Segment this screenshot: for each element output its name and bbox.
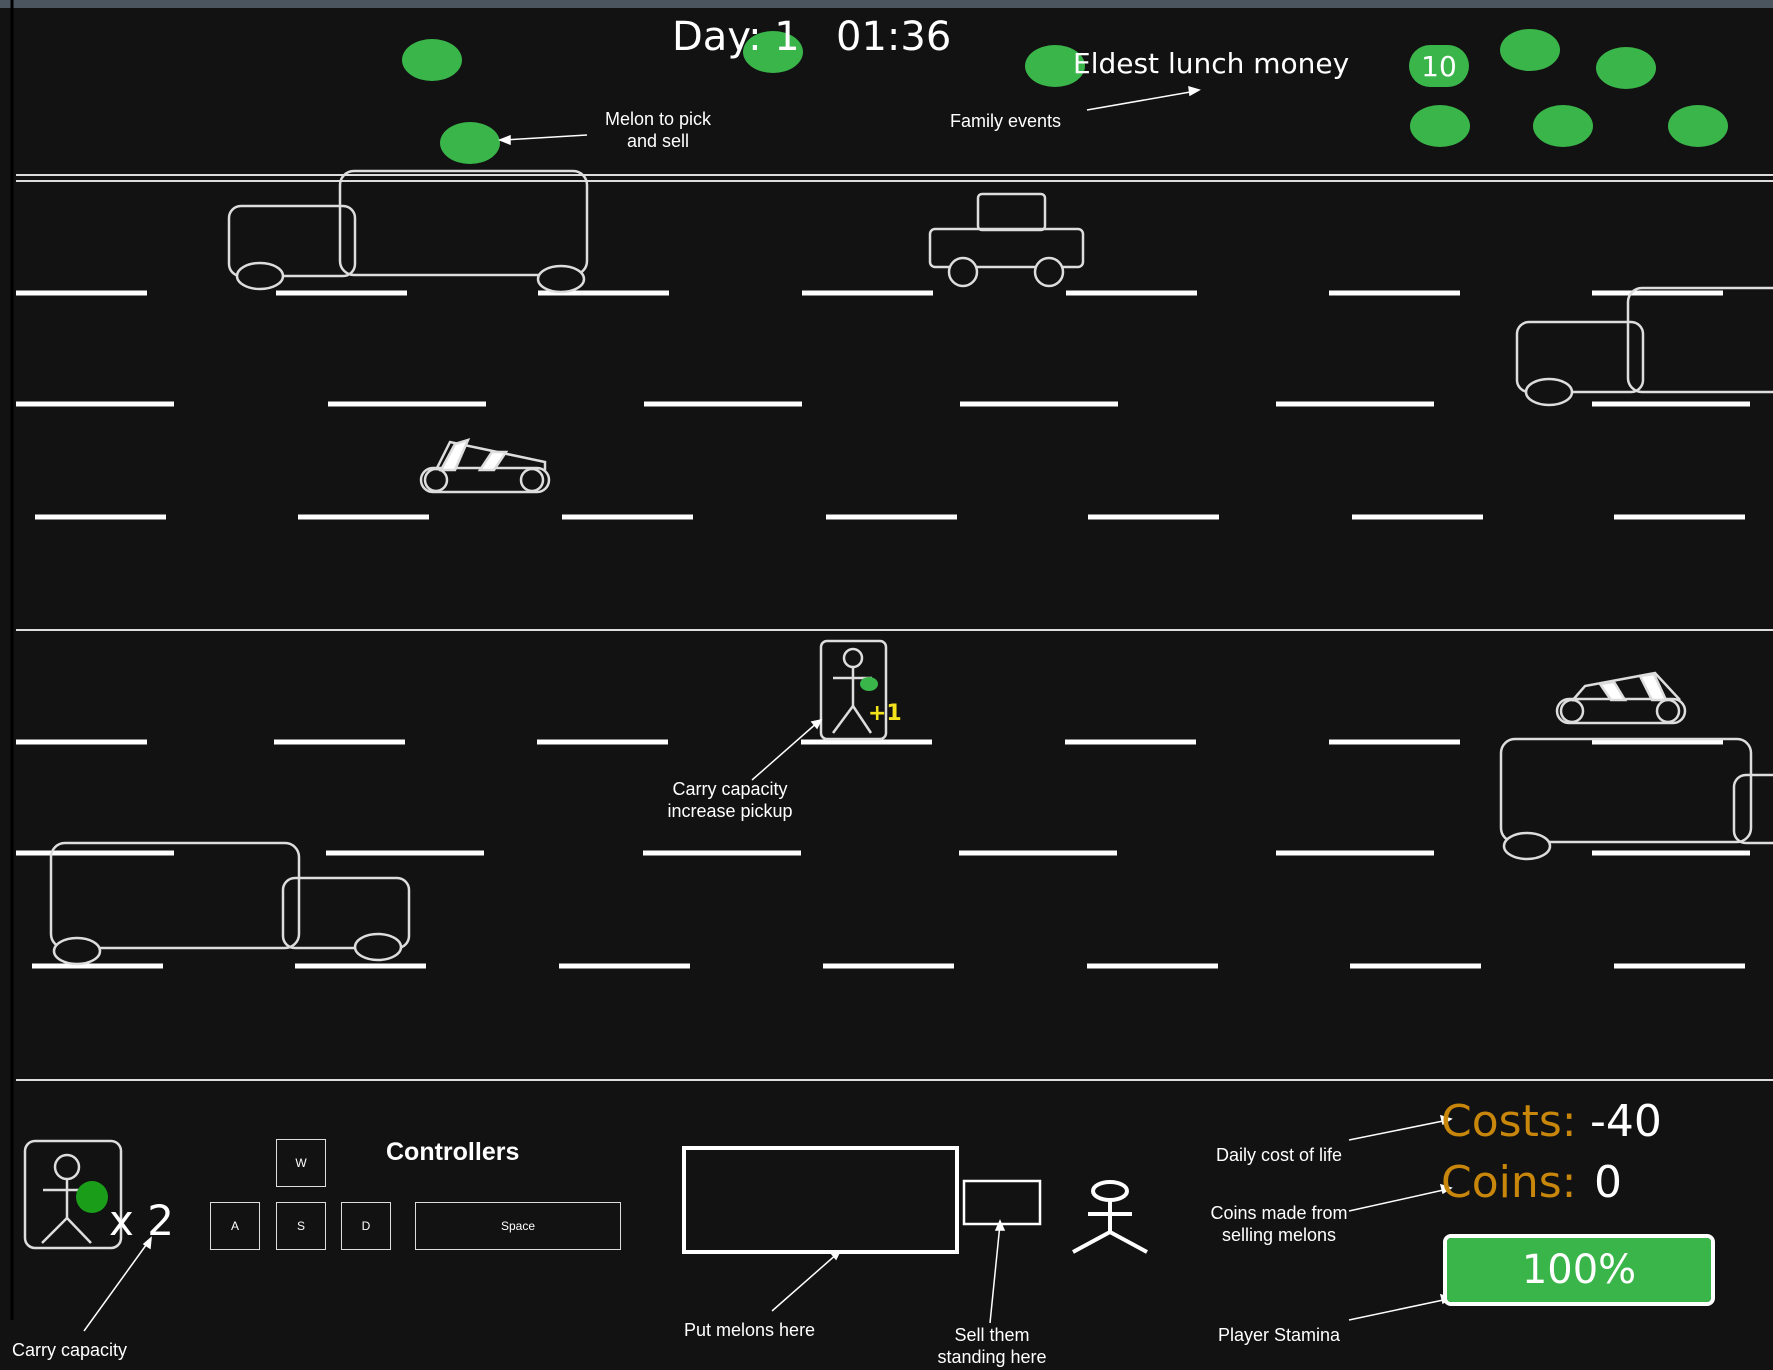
annotation-carry-pickup: Carry capacity increase pickup <box>667 779 793 821</box>
coins-label: Coins: <box>1441 1157 1577 1208</box>
melon-icon[interactable] <box>402 39 462 81</box>
stick-figure-icon <box>1072 1180 1148 1254</box>
annotation-put-melons: Put melons here <box>684 1320 816 1340</box>
melon-icon[interactable] <box>1596 47 1656 89</box>
timer: 01:36 <box>836 14 952 60</box>
truck-icon <box>227 169 589 294</box>
key-s[interactable]: S <box>276 1202 326 1250</box>
family-event-text: Eldest lunch money <box>1073 47 1350 80</box>
stamina-text: 100% <box>1521 1247 1637 1293</box>
costs-value: -40 <box>1590 1096 1662 1147</box>
key-a[interactable]: A <box>210 1202 260 1250</box>
coins-value: 0 <box>1594 1157 1622 1208</box>
melon-icon[interactable] <box>440 122 500 164</box>
key-d[interactable]: D <box>341 1202 391 1250</box>
skateboard-icon <box>1555 671 1687 725</box>
truck-icon <box>49 841 411 966</box>
melon-icon[interactable] <box>1668 105 1728 147</box>
sell-spot <box>962 1179 1042 1226</box>
costs-label: Costs: <box>1441 1096 1577 1147</box>
annotation-sell-standing: Sell them standing here <box>937 1325 1047 1367</box>
car-icon <box>928 192 1085 288</box>
controls-title: Controllers <box>386 1138 520 1166</box>
key-w[interactable]: W <box>276 1139 326 1187</box>
melon-icon[interactable] <box>1410 105 1470 147</box>
annotation-family-events: Family events <box>950 111 1062 131</box>
window-top-bar <box>0 0 1773 8</box>
carry-capacity-icon <box>23 1139 123 1250</box>
annotation-player-stamina: Player Stamina <box>1218 1325 1341 1345</box>
skateboard-icon <box>419 438 551 494</box>
day-label: Day: 1 <box>672 14 800 60</box>
stamina-bar: 100% <box>1443 1234 1715 1306</box>
annotation-melon: Melon to pick and sell <box>604 109 712 151</box>
annotation-carry-capacity: Carry capacity <box>12 1340 128 1360</box>
melon-icon[interactable] <box>1500 29 1560 71</box>
truck-icon <box>1499 737 1773 861</box>
key-space[interactable]: Space <box>415 1202 621 1250</box>
carry-multiplier: x 2 <box>109 1196 174 1245</box>
annotation-coins-made: Coins made from selling melons <box>1210 1203 1348 1245</box>
annotation-daily-cost: Daily cost of life <box>1216 1145 1343 1165</box>
truck-icon <box>1515 286 1773 407</box>
melon-deposit-box <box>682 1146 959 1254</box>
pickup-bonus: +1 <box>868 701 902 726</box>
event-badge: 10 <box>1409 45 1469 87</box>
melon-icon[interactable] <box>1533 105 1593 147</box>
